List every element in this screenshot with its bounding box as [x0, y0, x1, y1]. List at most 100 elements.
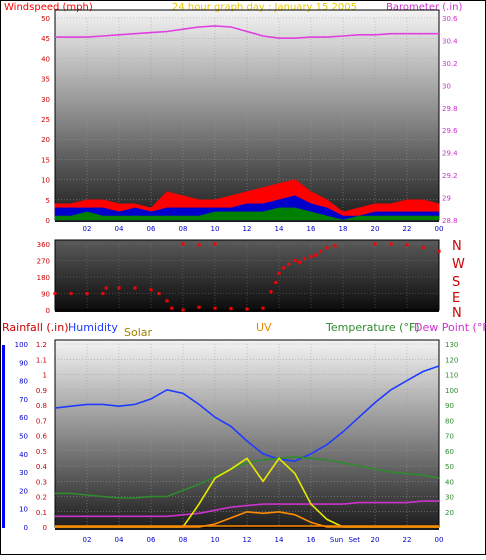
wind-tick-label: 35 [41, 76, 50, 84]
wind-tick-label: 5 [46, 197, 50, 205]
humidity-tick-label: 40 [19, 451, 28, 459]
solar-label: Solar [124, 326, 153, 339]
climate-x-tick-label: Set [348, 536, 360, 544]
humidity-label: Humidity [68, 321, 118, 334]
barometer-tick-label: 30.6 [442, 15, 458, 23]
temperature-label: Temperature (°F) [325, 321, 420, 334]
direction-point [333, 244, 337, 248]
rain-tick-label: 0.9 [36, 387, 47, 395]
climate-x-tick-label: 00 [435, 536, 444, 544]
direction-point [213, 242, 217, 246]
humidity-tick-label: 50 [19, 433, 28, 441]
wind-tick-label: 10 [41, 177, 50, 185]
temp-tick-label: 120 [445, 356, 458, 364]
direction-point [325, 246, 329, 250]
direction-point [298, 260, 302, 264]
direction-point [157, 292, 161, 295]
humidity-tick-label: 70 [19, 396, 28, 404]
wind-x-tick-label: 02 [83, 225, 92, 233]
rain-tick-label: 0.5 [36, 448, 47, 456]
barometer-tick-label: 28.8 [442, 217, 458, 225]
temp-tick-label: 60 [445, 448, 454, 456]
compass-w: W [452, 257, 465, 272]
humidity-tick-label: 30 [19, 469, 28, 477]
dir-tick-label: 180 [37, 274, 50, 282]
direction-point [213, 306, 217, 310]
climate-x-tick-label: 10 [211, 536, 220, 544]
direction-point [181, 308, 185, 312]
direction-point [319, 249, 323, 253]
temp-tick-label: 40 [445, 478, 454, 486]
direction-point [293, 259, 297, 262]
direction-point [389, 242, 393, 246]
humidity-tick-label: 80 [19, 378, 28, 386]
direction-point [269, 290, 273, 294]
direction-point [405, 243, 409, 247]
climate-x-tick-label: 20 [371, 536, 380, 544]
temp-tick-label: 50 [445, 463, 454, 471]
wind-tick-label: 25 [41, 116, 50, 124]
climate-x-tick-label: Sun [330, 536, 343, 544]
temp-tick-label: 20 [445, 509, 454, 517]
temp-tick-label: 30 [445, 494, 454, 502]
humidity-tick-label: 0 [24, 524, 28, 532]
wind-tick-label: 45 [41, 35, 50, 43]
direction-point [229, 307, 233, 310]
weather-graph: Windspeed (mph) 24 hour graph day : Janu… [0, 0, 486, 555]
barometer-tick-label: 29.8 [442, 105, 458, 113]
chart-title: 24 hour graph day : January 15 2005 [172, 2, 357, 13]
rain-tick-label: 1.1 [36, 356, 47, 364]
dir-tick-label: 90 [41, 291, 50, 299]
temp-tick-label: 130 [445, 341, 458, 349]
climate-x-tick-label: 14 [275, 536, 284, 544]
barometer-tick-label: 29.4 [442, 150, 458, 158]
direction-point [181, 242, 185, 246]
barometer-tick-label: 29.6 [442, 127, 458, 135]
barometer-tick-label: 30.2 [442, 60, 458, 68]
direction-point [133, 286, 137, 290]
rain-tick-label: 0.4 [36, 463, 48, 471]
compass-n-bottom: N [452, 306, 462, 321]
direction-point [437, 249, 441, 253]
wind-tick-label: 40 [41, 55, 50, 63]
windspeed-label: Windspeed (mph) [4, 2, 93, 13]
rainfall-scale-bar [2, 345, 5, 528]
wind-tick-label: 20 [41, 136, 50, 144]
weather-chart-svg: Windspeed (mph) 24 hour graph day : Janu… [0, 0, 486, 555]
rain-tick-label: 1.2 [36, 341, 47, 349]
direction-point [421, 246, 425, 250]
direction-point [69, 292, 73, 295]
climate-x-tick-label: 04 [115, 536, 124, 544]
direction-point [373, 242, 377, 246]
temp-tick-label: 80 [445, 417, 454, 425]
temp-tick-label: 110 [445, 372, 458, 380]
direction-point [314, 253, 318, 257]
direction-point [170, 306, 174, 310]
wind-x-tick-label: 12 [243, 225, 252, 233]
direction-point [303, 257, 307, 261]
direction-point [149, 288, 153, 292]
rain-tick-label: 0.6 [36, 433, 48, 441]
rain-tick-label: 0 [43, 524, 47, 532]
humidity-tick-label: 20 [19, 487, 28, 495]
direction-point [261, 306, 265, 310]
direction-point [104, 286, 108, 290]
climate-x-tick-label: 16 [307, 536, 316, 544]
compass-n-top: N [452, 239, 462, 254]
direction-point [53, 292, 57, 295]
rainfall-label: Rainfall (.in) [2, 321, 69, 334]
climate-x-tick-label: 12 [243, 536, 252, 544]
climate-x-tick-label: 08 [179, 536, 188, 544]
direction-point [197, 305, 201, 309]
direction-point [277, 271, 281, 275]
wind-x-tick-label: 18 [339, 225, 348, 233]
wind-x-tick-label: 20 [371, 225, 380, 233]
temp-tick-label: 90 [445, 402, 454, 410]
climate-x-tick-label: 06 [147, 536, 156, 544]
compass-s: S [452, 275, 460, 290]
dir-tick-label: 360 [37, 241, 50, 249]
wind-tick-label: 30 [41, 96, 50, 104]
humidity-tick-label: 60 [19, 414, 28, 422]
barometer-tick-label: 29.2 [442, 172, 458, 180]
wind-x-tick-label: 10 [211, 225, 220, 233]
